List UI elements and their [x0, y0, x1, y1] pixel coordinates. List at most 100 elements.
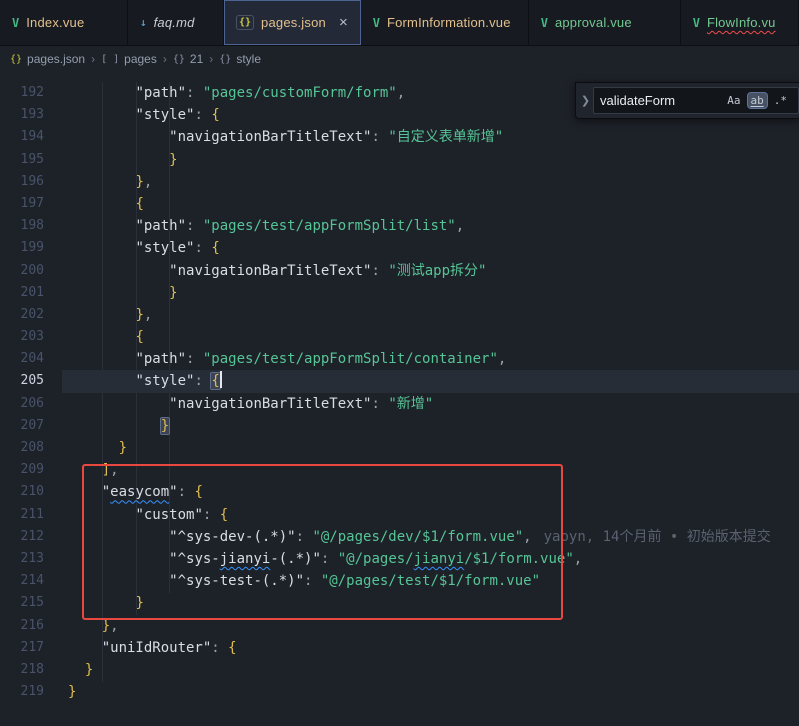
- code-token: [68, 595, 135, 611]
- line-number: 204: [0, 348, 68, 370]
- code-line[interactable]: 194 "navigationBarTitleText": "自定义表单新增": [0, 126, 799, 148]
- code-line[interactable]: 217 "uniIdRouter": {: [0, 637, 799, 659]
- breadcrumb-item[interactable]: {}21: [173, 52, 203, 66]
- code-token: [68, 462, 102, 478]
- code-token: :: [371, 396, 388, 412]
- line-number: 205: [0, 370, 68, 392]
- code-token: "^sys-dev-(.*)": [169, 529, 295, 545]
- code-line[interactable]: 200 "navigationBarTitleText": "测试app拆分": [0, 260, 799, 282]
- code-line[interactable]: 208 }: [0, 437, 799, 459]
- breadcrumb-label: style: [236, 52, 261, 66]
- find-input-text[interactable]: validateForm: [600, 93, 719, 108]
- code-token: [68, 263, 169, 279]
- code-line[interactable]: 201 }: [0, 282, 799, 304]
- code-token: [68, 640, 102, 656]
- code-token: :: [194, 373, 211, 389]
- tab-faq-md[interactable]: ↓faq.md: [128, 0, 224, 45]
- code-token: {: [220, 507, 228, 523]
- code-token: ,: [110, 618, 118, 634]
- code-token: [68, 85, 135, 101]
- code-line[interactable]: 216 },: [0, 615, 799, 637]
- code-line[interactable]: 213 "^sys-jianyi-(.*)": "@/pages/jianyi/…: [0, 548, 799, 570]
- code-token: ]: [102, 462, 110, 478]
- code-line[interactable]: 207 }: [0, 415, 799, 437]
- code-token: {: [135, 196, 143, 212]
- code-line[interactable]: 211 "custom": {: [0, 504, 799, 526]
- vue-icon: V: [373, 16, 380, 30]
- code-line[interactable]: 204 "path": "pages/test/appFormSplit/con…: [0, 348, 799, 370]
- code-token: [68, 440, 119, 456]
- code-line[interactable]: 203 {: [0, 326, 799, 348]
- code-token: [68, 484, 102, 500]
- line-number: 199: [0, 237, 68, 259]
- code-token: "@/pages/dev/$1/form.vue": [312, 529, 523, 545]
- code-line[interactable]: 210 "easycom": {: [0, 481, 799, 503]
- line-number: 193: [0, 104, 68, 126]
- code-token: {: [211, 240, 219, 256]
- code-token: [68, 618, 102, 634]
- tab-label: pages.json: [261, 15, 326, 30]
- line-number: 218: [0, 659, 68, 681]
- code-token: "自定义表单新增": [388, 129, 503, 145]
- code-token: :: [296, 529, 313, 545]
- tab-pages-json[interactable]: {}pages.json×: [224, 0, 361, 45]
- code-line[interactable]: 206 "navigationBarTitleText": "新增": [0, 393, 799, 415]
- code-line[interactable]: 219}: [0, 681, 799, 703]
- breadcrumb-label: 21: [190, 52, 203, 66]
- code-line[interactable]: 195 }: [0, 149, 799, 171]
- code-token: "测试app拆分": [388, 263, 486, 279]
- code-line[interactable]: 215 }: [0, 592, 799, 614]
- code-token: }: [161, 418, 169, 434]
- line-number: 215: [0, 592, 68, 614]
- breadcrumb-separator-icon: ›: [163, 52, 167, 66]
- code-line[interactable]: 197 {: [0, 193, 799, 215]
- code-token: }: [135, 174, 143, 190]
- code-line[interactable]: 214 "^sys-test-(.*)": "@/pages/test/$1/f…: [0, 570, 799, 592]
- code-line[interactable]: 209 ],: [0, 459, 799, 481]
- breadcrumb-item[interactable]: [ ]pages: [101, 52, 157, 66]
- tab-flowinfo-vu[interactable]: V FlowInfo.vu: [681, 0, 799, 45]
- regex-button[interactable]: .*: [771, 93, 790, 108]
- tab-approval-vue[interactable]: Vapproval.vue: [529, 0, 681, 45]
- code-line[interactable]: 196 },: [0, 171, 799, 193]
- code-line[interactable]: 218 }: [0, 659, 799, 681]
- code-token: ,: [144, 174, 152, 190]
- find-buttons: Aaab .*: [724, 93, 790, 108]
- tab-label: faq.md: [154, 15, 195, 30]
- vue-icon: V: [693, 16, 700, 30]
- code-token: "style": [135, 373, 194, 389]
- code-token: "pages/customForm/form": [203, 85, 397, 101]
- line-number: 192: [0, 82, 68, 104]
- find-input[interactable]: validateForm Aaab .*: [593, 87, 799, 114]
- code-line[interactable]: 202 },: [0, 304, 799, 326]
- line-number: 202: [0, 304, 68, 326]
- code-token: :: [186, 85, 203, 101]
- tab-forminformation-vue[interactable]: V FormInformation.vue: [361, 0, 529, 45]
- close-icon[interactable]: ×: [339, 15, 348, 30]
- match-case-button[interactable]: Aa: [724, 93, 743, 108]
- code-token: {: [228, 640, 236, 656]
- vue-icon: V: [541, 16, 548, 30]
- code-token: ,: [397, 85, 405, 101]
- breadcrumb-item[interactable]: {}style: [219, 52, 261, 66]
- toggle-replace-button[interactable]: ❯: [580, 94, 591, 107]
- breadcrumb: {}pages.json›[ ]pages›{}21›{}style: [0, 46, 799, 72]
- vue-icon: V: [12, 16, 19, 30]
- code-token: {: [194, 484, 202, 500]
- code-line[interactable]: 198 "path": "pages/test/appFormSplit/lis…: [0, 215, 799, 237]
- code-token: :: [304, 573, 321, 589]
- whole-word-button[interactable]: ab: [748, 93, 767, 108]
- breadcrumb-item[interactable]: {}pages.json: [10, 52, 85, 66]
- code-token: "pages/test/appFormSplit/list": [203, 218, 456, 234]
- code-line[interactable]: 205 "style": {: [0, 370, 799, 392]
- code-token: "path": [135, 351, 186, 367]
- code-token: ": [102, 484, 110, 500]
- tab-label: FormInformation.vue: [387, 15, 511, 30]
- code-line[interactable]: 212 "^sys-dev-(.*)": "@/pages/dev/$1/for…: [0, 526, 799, 548]
- code-line[interactable]: 199 "style": {: [0, 237, 799, 259]
- line-number: 198: [0, 215, 68, 237]
- tab-label: FlowInfo.vu: [707, 15, 776, 30]
- tab-index-vue[interactable]: VIndex.vue: [0, 0, 128, 45]
- git-blame-annotation: yaoyn, 14个月前 • 初始版本提交: [544, 529, 771, 545]
- breadcrumb-label: pages: [124, 52, 157, 66]
